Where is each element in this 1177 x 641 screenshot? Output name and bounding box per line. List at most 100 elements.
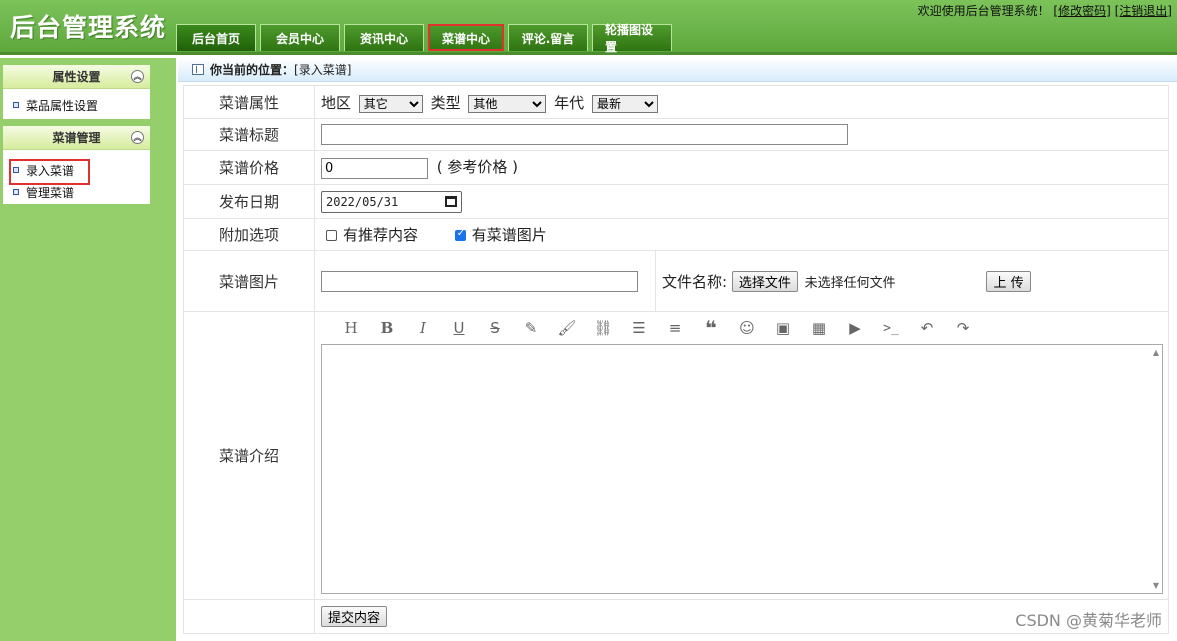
redo-icon[interactable]: ↷ (945, 315, 981, 341)
scroll-down-arrow-icon[interactable]: ▼ (1153, 581, 1159, 590)
align-icon[interactable]: ≡ (657, 315, 693, 341)
row-label: 菜谱价格 (183, 150, 315, 185)
quote-icon[interactable]: ❝ (693, 315, 729, 341)
no-file-text: 未选择任何文件 (804, 275, 896, 291)
form-row-intro: 菜谱介绍 H B I U S ✎ 🖌 ⛓ ☰ ≡ ❝ ☺ ▣ ▦ ▶ >_ ↶ … (183, 311, 1169, 600)
choose-file-button[interactable]: 选择文件 (731, 270, 798, 292)
strikethrough-icon[interactable]: S (477, 315, 513, 341)
sidebar-item-label: 录入菜谱 (26, 163, 75, 178)
document-icon (192, 64, 204, 75)
underline-icon[interactable]: U (441, 315, 477, 341)
title-input[interactable] (321, 124, 848, 145)
sidebar-item-manage-recipes[interactable]: 管理菜谱 (3, 181, 150, 203)
date-cell: 2022/05/31 (314, 184, 1169, 219)
image-path-input[interactable] (321, 270, 638, 292)
form-row-attributes: 菜谱属性 地区 其它 类型 其他 年代 最新 (183, 85, 1169, 119)
calendar-icon[interactable] (445, 196, 457, 207)
recipe-form: 菜谱属性 地区 其它 类型 其他 年代 最新 菜谱标题 菜谱价格 ( 参考价格 … (183, 85, 1169, 634)
type-select[interactable]: 其他 (468, 94, 547, 113)
app-title: 后台管理系统 (10, 13, 167, 42)
sidebar-item-label: 管理菜谱 (26, 185, 75, 200)
header: 后台管理系统 欢迎使用后台管理系统！ [修改密码] [注销退出] 后台首页 会员… (0, 0, 1177, 55)
date-value: 2022/05/31 (326, 194, 399, 209)
row-label: 附加选项 (183, 218, 315, 251)
main-content: 你当前的位置： [录入菜谱] 菜谱属性 地区 其它 类型 其他 年代 最新 菜谱… (178, 58, 1177, 641)
top-nav: 后台首页 会员中心 资讯中心 菜谱中心 评论.留言 轮播图设置 (176, 23, 676, 54)
collapse-icon[interactable]: ︽ (131, 131, 144, 144)
row-label: 发布日期 (183, 184, 315, 219)
emoji-icon[interactable]: ☺ (729, 315, 765, 341)
era-select[interactable]: 最新 (591, 94, 658, 113)
tab-members[interactable]: 会员中心 (260, 24, 340, 51)
image-path-cell (314, 250, 656, 312)
row-label: 菜谱图片 (183, 250, 315, 312)
image-icon[interactable]: ▣ (765, 315, 801, 341)
welcome-bar: 欢迎使用后台管理系统！ [修改密码] [注销退出] (918, 2, 1172, 19)
tab-comments[interactable]: 评论.留言 (508, 24, 588, 51)
collapse-icon[interactable]: ︽ (131, 70, 144, 83)
bullet-icon (13, 167, 19, 173)
italic-icon[interactable]: I (405, 315, 441, 341)
title-cell (314, 118, 1169, 151)
logout-link[interactable]: [注销退出] (1115, 4, 1172, 18)
recommend-label: 有推荐内容 (343, 226, 419, 244)
bullet-icon (13, 189, 19, 195)
type-label: 类型 (430, 93, 461, 112)
sidebar-panel-recipes: 菜谱管理 ︽ 录入菜谱 管理菜谱 (3, 126, 150, 204)
upload-button[interactable]: 上 传 (986, 270, 1031, 292)
row-label: 菜谱属性 (183, 85, 315, 119)
has-image-label: 有菜谱图片 (471, 226, 547, 244)
sidebar-panel-header[interactable]: 属性设置 ︽ (3, 65, 150, 89)
change-password-link[interactable]: [修改密码] (1053, 4, 1110, 18)
form-row-title: 菜谱标题 (183, 118, 1169, 151)
watermark: CSDN @黄菊华老师 (1015, 611, 1162, 630)
sidebar-panel-header[interactable]: 菜谱管理 ︽ (3, 126, 150, 150)
attributes-cell: 地区 其它 类型 其他 年代 最新 (314, 85, 1169, 119)
bullet-icon (13, 102, 19, 108)
code-icon[interactable]: >_ (873, 315, 909, 341)
breadcrumb: 你当前的位置： [录入菜谱] (178, 58, 1177, 82)
price-input[interactable] (321, 158, 428, 179)
sidebar-panel-title: 属性设置 (52, 70, 101, 84)
submit-button[interactable]: 提交内容 (321, 606, 388, 627)
undo-icon[interactable]: ↶ (909, 315, 945, 341)
image-upload-cell: 文件名称: 选择文件 未选择任何文件 上 传 (655, 250, 1169, 312)
sidebar-item-dish-attributes[interactable]: 菜品属性设置 (3, 94, 150, 116)
link-icon[interactable]: ⛓ (585, 315, 621, 341)
file-name-label: 文件名称: (662, 272, 728, 291)
sidebar: 属性设置 ︽ 菜品属性设置 菜谱管理 ︽ 录入菜谱 管理菜谱 (0, 58, 176, 641)
bullet-list-icon[interactable]: ☰ (621, 315, 657, 341)
scroll-up-arrow-icon[interactable]: ▲ (1153, 348, 1159, 357)
era-label: 年代 (554, 93, 585, 112)
region-label: 地区 (321, 93, 352, 112)
form-row-price: 菜谱价格 ( 参考价格 ) (183, 150, 1169, 185)
region-select[interactable]: 其它 (358, 94, 423, 113)
tab-recipes[interactable]: 菜谱中心 (428, 24, 504, 51)
brush-icon[interactable]: 🖌 (549, 315, 585, 341)
tab-carousel[interactable]: 轮播图设置 (592, 23, 672, 54)
breadcrumb-current: [录入菜谱] (294, 63, 352, 77)
tab-home[interactable]: 后台首页 (176, 24, 256, 51)
welcome-text: 欢迎使用后台管理系统！ (917, 4, 1050, 18)
tab-news[interactable]: 资讯中心 (344, 24, 424, 51)
options-cell: 有推荐内容 有菜谱图片 (314, 218, 1169, 251)
editor-textarea[interactable]: ▲ ▼ (321, 344, 1163, 594)
sidebar-item-label: 菜品属性设置 (26, 98, 99, 113)
sidebar-panel-title: 菜谱管理 (52, 131, 101, 145)
editor-toolbar: H B I U S ✎ 🖌 ⛓ ☰ ≡ ❝ ☺ ▣ ▦ ▶ >_ ↶ ↷ (321, 312, 1168, 344)
highlighter-icon[interactable]: ✎ (513, 315, 549, 341)
video-icon[interactable]: ▶ (837, 315, 873, 341)
table-icon[interactable]: ▦ (801, 315, 837, 341)
form-row-options: 附加选项 有推荐内容 有菜谱图片 (183, 218, 1169, 251)
row-label: 菜谱标题 (183, 118, 315, 151)
sidebar-item-add-recipe[interactable]: 录入菜谱 (3, 159, 150, 185)
row-label-empty (183, 599, 315, 634)
recommend-checkbox[interactable] (326, 230, 337, 241)
form-row-image: 菜谱图片 文件名称: 选择文件 未选择任何文件 上 传 (183, 250, 1169, 312)
sidebar-panel-attributes: 属性设置 ︽ 菜品属性设置 (3, 65, 150, 119)
heading-icon[interactable]: H (333, 315, 369, 341)
has-image-checkbox[interactable] (454, 228, 466, 241)
date-input[interactable]: 2022/05/31 (321, 190, 462, 213)
form-row-date: 发布日期 2022/05/31 (183, 184, 1169, 219)
bold-icon[interactable]: B (369, 315, 405, 341)
